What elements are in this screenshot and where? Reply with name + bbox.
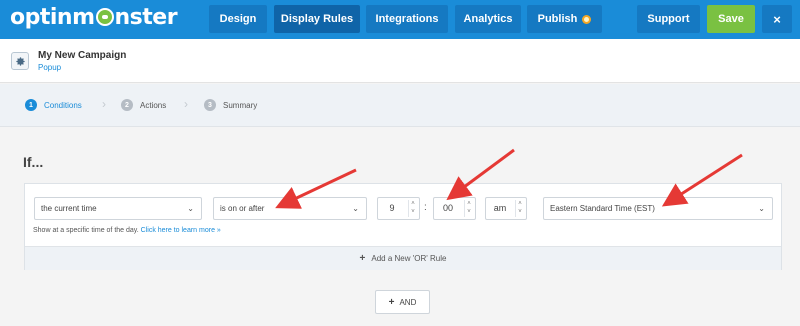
campaign-type: Popup — [38, 63, 62, 72]
step-number: 3 — [204, 99, 216, 111]
and-label: AND — [399, 297, 417, 307]
step-actions[interactable]: 2 Actions — [121, 99, 166, 111]
step-label: Summary — [223, 100, 258, 110]
operator-value: is on or after — [220, 204, 265, 213]
condition-value: the current time — [41, 204, 97, 213]
step-summary[interactable]: 3 Summary — [204, 99, 257, 111]
step-number: 1 — [25, 99, 37, 111]
step-label: Actions — [140, 100, 167, 110]
stepper-arrows-icon[interactable]: ˄ ˅ — [515, 200, 524, 217]
step-number: 2 — [121, 99, 133, 111]
meridiem-value: am — [493, 203, 507, 213]
nav-integrations-button[interactable]: Integrations — [366, 5, 448, 33]
time-separator: : — [424, 202, 427, 213]
chevron-down-icon: ⌄ — [758, 204, 765, 213]
chevron-right-icon: › — [102, 97, 106, 111]
timezone-value: Eastern Standard Time (EST) — [550, 204, 655, 213]
campaign-header: My New Campaign Popup — [0, 39, 800, 83]
campaign-settings-button[interactable] — [11, 52, 29, 70]
stepper-arrows-icon[interactable]: ˄ ˅ — [464, 200, 473, 217]
add-or-rule-button[interactable]: + Add a New 'OR' Rule — [25, 246, 781, 270]
learn-more-link[interactable]: Click here to learn more » — [141, 227, 221, 234]
minute-stepper[interactable]: 00 ˄ ˅ — [433, 197, 476, 220]
optinmonster-logo[interactable]: optinm nster — [10, 5, 178, 30]
nav-analytics-button[interactable]: Analytics — [455, 5, 521, 33]
stepper-arrows-icon[interactable]: ˄ ˅ — [408, 200, 417, 217]
chevron-down-icon: ⌄ — [352, 204, 359, 213]
nav-design-button[interactable]: Design — [209, 5, 267, 33]
add-or-rule-label: Add a New 'OR' Rule — [371, 254, 447, 263]
helper-description: Show at a specific time of the day. — [33, 227, 139, 234]
step-label: Conditions — [44, 100, 82, 110]
add-and-rule-button[interactable]: + AND — [375, 290, 430, 314]
helper-text: Show at a specific time of the day. Clic… — [33, 227, 221, 234]
plus-icon: + — [388, 296, 395, 308]
close-icon: × — [773, 11, 781, 27]
nav-publish-button[interactable]: Publish — [527, 5, 602, 33]
hour-stepper[interactable]: 9 ˄ ˅ — [377, 197, 420, 220]
steps-bar: 1 Conditions › 2 Actions › 3 Summary — [0, 84, 800, 127]
if-heading: If... — [23, 154, 44, 170]
publish-status-icon — [582, 14, 592, 24]
step-conditions[interactable]: 1 Conditions — [25, 99, 82, 111]
close-button[interactable]: × — [762, 5, 792, 33]
plus-icon: + — [359, 253, 366, 264]
gear-icon — [15, 56, 25, 66]
rule-group: the current time ⌄ is on or after ⌄ 9 ˄ ˅… — [24, 183, 782, 270]
chevron-down-icon: ⌄ — [187, 204, 194, 213]
support-button[interactable]: Support — [637, 5, 700, 33]
chevron-right-icon: › — [184, 97, 188, 111]
monster-mascot-icon — [95, 8, 114, 26]
minute-value: 00 — [442, 203, 453, 213]
top-navigation-bar: optinm nster Design Display Rules Integra… — [0, 0, 800, 39]
campaign-name: My New Campaign — [38, 50, 127, 61]
nav-display-rules-button[interactable]: Display Rules — [274, 5, 360, 33]
hour-value: 9 — [389, 203, 395, 213]
operator-select[interactable]: is on or after ⌄ — [213, 197, 367, 220]
condition-select[interactable]: the current time ⌄ — [34, 197, 202, 220]
meridiem-stepper[interactable]: am ˄ ˅ — [485, 197, 527, 220]
save-button[interactable]: Save — [707, 5, 755, 33]
timezone-select[interactable]: Eastern Standard Time (EST) ⌄ — [543, 197, 773, 220]
